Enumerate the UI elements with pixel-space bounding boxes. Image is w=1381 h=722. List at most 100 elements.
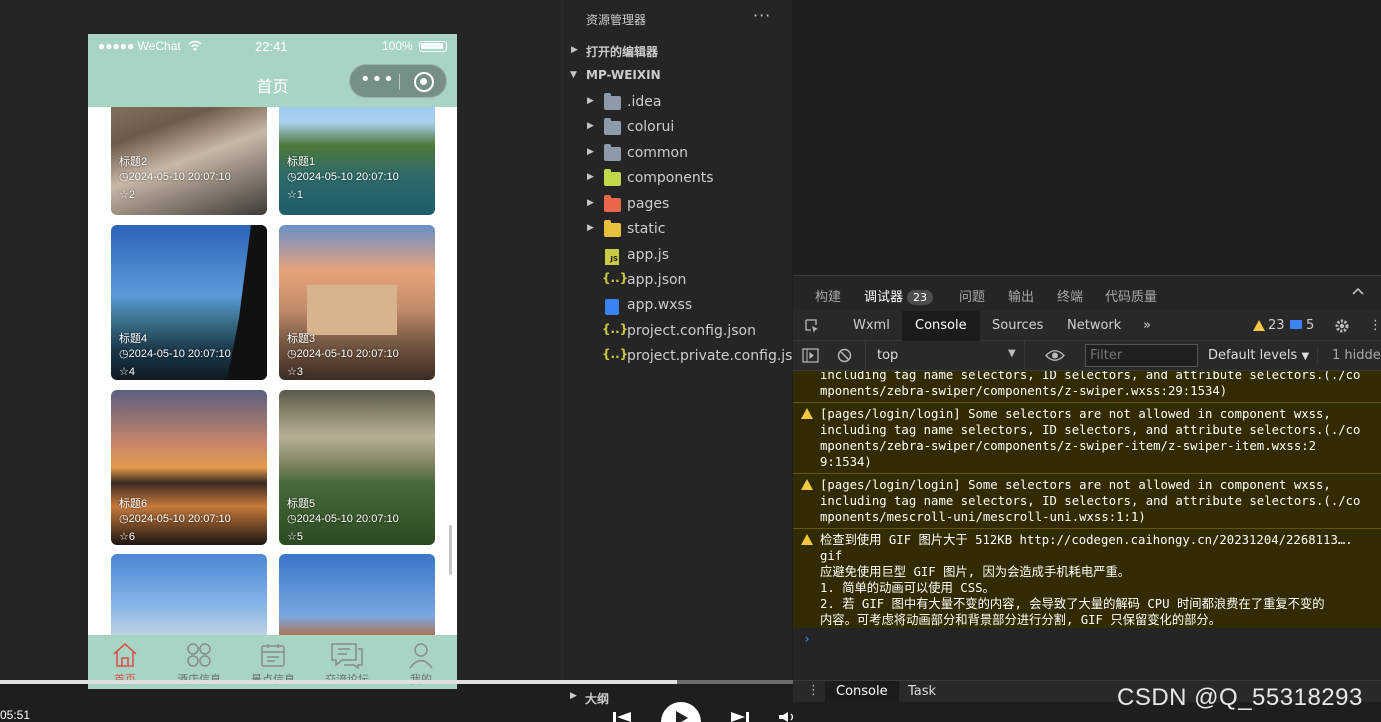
tree-item-common[interactable]: ▶ common [563,142,793,167]
json-file-icon: {..} [602,347,629,361]
tab-wxml[interactable]: Wxml [853,318,890,333]
tab-terminal[interactable]: 终端 [1057,286,1083,305]
info-count[interactable]: 5 [1306,318,1314,333]
more-dots-icon[interactable]: ••• [360,67,394,95]
watermark: CSDN @Q_55318293 [1117,684,1363,711]
tab-sources[interactable]: Sources [992,318,1043,333]
card[interactable]: 标题1 ◷2024-05-10 20:07:10 ☆1 [279,107,435,215]
drawer-kebab-icon[interactable]: ⋮ [807,683,820,698]
tree-item-app-js[interactable]: JS app.js [563,244,793,269]
open-editors-section[interactable]: ▶ 打开的编辑器 [563,40,793,65]
tree-item-idea[interactable]: ▶ .idea [563,91,793,116]
debugger-count-badge: 23 [907,290,934,305]
inspect-element-icon[interactable] [804,318,820,334]
folder-icon [604,93,621,110]
next-icon[interactable] [729,712,749,722]
clear-console-icon[interactable] [837,348,852,363]
console-output[interactable]: including tag name selectors, ID selecto… [793,371,1381,678]
chevron-right-icon: ▶ [587,147,594,157]
chevron-right-icon: ▶ [571,45,578,55]
tree-item-project-config[interactable]: {..} project.config.json [563,320,793,345]
drawer-tab-console[interactable]: Console [825,681,899,703]
item-label: app.wxss [627,297,693,313]
card-title: 标题5 [287,498,316,510]
console-prompt[interactable]: › [793,628,1381,678]
card-date: ◷2024-05-10 20:07:10 [119,171,231,183]
warning-icon [801,408,813,419]
drawer-tab-task[interactable]: Task [908,684,936,699]
progress-fill [0,680,677,684]
card[interactable] [111,554,267,635]
card-stars: ☆2 [119,189,135,201]
card[interactable] [279,554,435,635]
tab-network[interactable]: Network [1067,318,1121,333]
card[interactable]: 标题2 ◷2024-05-10 20:07:10 ☆2 [111,107,267,215]
item-label: colorui [627,119,675,135]
tab-console[interactable]: Console [902,311,980,341]
explorer-panel: 资源管理器 ··· ▶ 打开的编辑器 ▼ MP-WEIXIN ▶ .idea ▶… [562,0,806,680]
previous-icon[interactable] [613,712,633,722]
card[interactable]: 标题5 ◷2024-05-10 20:07:10 ☆5 [279,390,435,545]
tab-code-quality[interactable]: 代码质量 [1105,286,1157,305]
wifi-icon [188,40,202,51]
tree-item-app-json[interactable]: {..} app.json [563,269,793,294]
content-feed[interactable]: 标题2 ◷2024-05-10 20:07:10 ☆2 标题1 ◷2024-05… [88,107,457,635]
tree-item-app-wxss[interactable]: app.wxss [563,294,793,319]
more-icon[interactable]: ··· [753,6,771,25]
tab-build[interactable]: 构建 [815,286,841,305]
chevron-up-icon[interactable] [1351,284,1365,298]
item-label: .idea [627,94,662,110]
message-text: including tag name selectors, ID selecto… [820,371,1361,398]
eye-icon[interactable] [1045,349,1065,362]
tree-item-pages[interactable]: ▶ pages [563,193,793,218]
scrollbar[interactable] [449,525,452,575]
card-stars: ☆4 [119,366,135,378]
gear-icon[interactable] [1334,318,1350,334]
warning-count[interactable]: 23 [1268,318,1285,333]
console-message[interactable]: 检查到使用 GIF 图片大于 512KB http://codegen.caih… [793,529,1381,629]
kebab-menu-icon[interactable]: ⋮ [1369,318,1381,333]
item-label: components [627,170,714,186]
card-title: 标题2 [119,156,148,168]
tab-debugger[interactable]: 调试器 23 [864,286,934,305]
log-levels-dropdown[interactable]: Default levels ▼ [1208,348,1309,363]
json-file-icon: {..} [602,322,629,336]
outline-label: 大纲 [585,692,610,706]
user-icon [409,643,433,669]
console-message[interactable]: [pages/login/login] Some selectors are n… [793,474,1381,529]
tree-item-project-private-config[interactable]: {..} project.private.config.js... [563,345,806,370]
card[interactable]: 标题4 ◷2024-05-10 20:07:10 ☆4 [111,225,267,380]
dropdown-arrow-icon: ▼ [1008,348,1016,359]
card-date: ◷2024-05-10 20:07:10 [119,348,231,360]
editor-area [793,0,1381,275]
more-tabs-icon[interactable]: » [1143,318,1151,333]
close-target-icon[interactable] [414,72,434,92]
hidden-count: 1 hidden [1317,348,1381,363]
console-message[interactable]: including tag name selectors, ID selecto… [793,371,1381,403]
card-stars: ☆1 [287,189,303,201]
chevron-right-icon: ▶ [587,96,594,106]
card[interactable]: 标题6 ◷2024-05-10 20:07:10 ☆6 [111,390,267,545]
menu-capsule[interactable]: ••• [349,64,447,98]
context-select[interactable]: top ▼ [865,341,1025,371]
prompt-chevron-icon: › [803,632,811,647]
tab-problems[interactable]: 问题 [959,286,985,305]
tree-item-colorui[interactable]: ▶ colorui [563,116,793,141]
tree-item-components[interactable]: ▶ components [563,167,793,192]
card[interactable]: 标题3 ◷2024-05-10 20:07:10 ☆3 [279,225,435,380]
tab-output[interactable]: 输出 [1008,286,1034,305]
bottom-panel-tabs: 构建 调试器 23 问题 输出 终端 代码质量 [793,275,1381,311]
card-date: ◷2024-05-10 20:07:10 [287,348,399,360]
console-filter-bar: top ▼ Default levels ▼ 1 hidden [793,341,1381,371]
filter-input[interactable] [1085,344,1198,367]
project-section[interactable]: ▼ MP-WEIXIN [563,65,793,90]
sidebar-toggle-icon[interactable] [802,348,819,363]
status-bar: ●●●●● WeChat 22:41 100% [88,34,457,58]
card-stars: ☆5 [287,531,303,543]
message-text: [pages/login/login] Some selectors are n… [820,407,1361,469]
volume-icon[interactable] [779,712,795,722]
battery-icon [419,41,447,52]
playback-time: 05:51 [0,708,31,722]
console-message[interactable]: [pages/login/login] Some selectors are n… [793,403,1381,474]
tree-item-static[interactable]: ▶ static [563,218,793,243]
